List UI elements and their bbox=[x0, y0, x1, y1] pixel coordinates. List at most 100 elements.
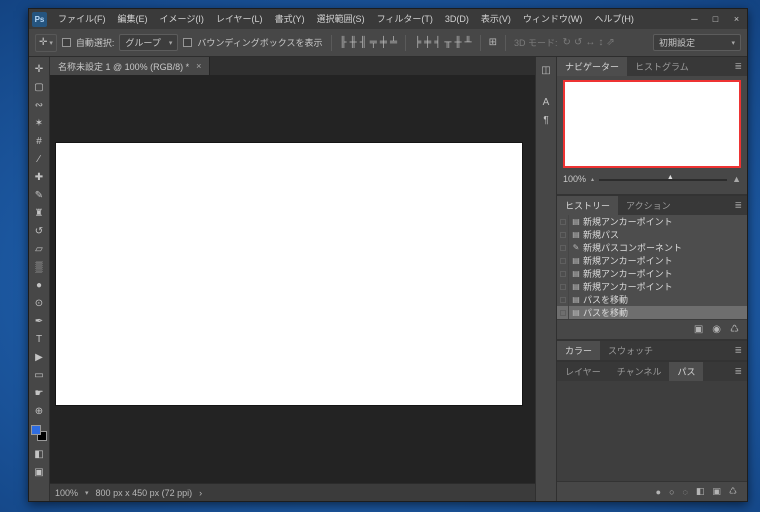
new-path-icon[interactable]: ▣ bbox=[712, 486, 721, 497]
tab-navigator[interactable]: ナビゲーター bbox=[557, 57, 627, 76]
history-source-well[interactable] bbox=[557, 254, 569, 267]
history-row[interactable]: ✎ 新規パスコンポーネント bbox=[557, 241, 747, 254]
close-button[interactable]: × bbox=[726, 9, 747, 29]
tab-actions[interactable]: アクション bbox=[618, 196, 679, 215]
tab-color[interactable]: カラー bbox=[557, 341, 600, 360]
delete-state-icon[interactable]: ♺ bbox=[730, 324, 739, 335]
distribute-middle-icon[interactable]: ╫ bbox=[454, 36, 461, 50]
3d-drag-icon[interactable]: ↔ bbox=[585, 36, 595, 50]
distribute-top-icon[interactable]: ╥ bbox=[444, 36, 451, 50]
tool-shape[interactable]: ▭ bbox=[29, 366, 49, 384]
3d-roll-icon[interactable]: ↺ bbox=[574, 36, 582, 50]
chevron-down-icon[interactable]: ▾ bbox=[85, 489, 89, 497]
tool-zoom[interactable]: ⊕ bbox=[29, 402, 49, 420]
tool-lasso[interactable]: ∾ bbox=[29, 96, 49, 114]
menu-help[interactable]: ヘルプ(H) bbox=[588, 9, 640, 29]
tool-preset-button[interactable]: ✛ ▾ bbox=[35, 34, 57, 52]
minimize-button[interactable]: ─ bbox=[684, 9, 705, 29]
align-left-icon[interactable]: ╟ bbox=[340, 36, 347, 50]
auto-select-checkbox[interactable] bbox=[62, 38, 71, 47]
tool-clone-stamp[interactable]: ♜ bbox=[29, 204, 49, 222]
navigator-proxy-view[interactable] bbox=[563, 80, 741, 168]
paths-panel-content[interactable] bbox=[557, 381, 747, 481]
status-chevron-icon[interactable]: › bbox=[199, 488, 202, 498]
screen-mode-icon[interactable]: ▣ bbox=[29, 463, 49, 481]
add-mask-icon[interactable]: ◧ bbox=[696, 486, 705, 497]
align-center-h-icon[interactable]: ╫ bbox=[350, 36, 357, 50]
tab-layers[interactable]: レイヤー bbox=[557, 362, 609, 381]
tool-eraser[interactable]: ▱ bbox=[29, 240, 49, 258]
fill-path-icon[interactable]: ● bbox=[656, 487, 661, 497]
tool-gradient[interactable]: ▒ bbox=[29, 258, 49, 276]
foreground-color-swatch[interactable] bbox=[31, 425, 41, 435]
3d-rotate-icon[interactable]: ↻ bbox=[563, 36, 571, 50]
tool-eyedropper[interactable]: ∕ bbox=[29, 150, 49, 168]
tool-marquee[interactable]: ▢ bbox=[29, 78, 49, 96]
align-middle-icon[interactable]: ╪ bbox=[380, 36, 387, 50]
menu-edit[interactable]: 編集(E) bbox=[112, 9, 154, 29]
tool-history-brush[interactable]: ↺ bbox=[29, 222, 49, 240]
3d-slide-icon[interactable]: ↕ bbox=[598, 36, 603, 50]
align-top-icon[interactable]: ╤ bbox=[370, 36, 377, 50]
tool-path-selection[interactable]: ▶ bbox=[29, 348, 49, 366]
tab-histogram[interactable]: ヒストグラム bbox=[627, 57, 697, 76]
zoom-in-icon[interactable]: ▲ bbox=[732, 174, 741, 184]
history-row-selected[interactable]: ▤ パスを移動 bbox=[557, 306, 747, 319]
history-source-well[interactable] bbox=[557, 306, 569, 319]
panel-menu-icon[interactable]: ≣ bbox=[729, 341, 747, 360]
history-row[interactable]: ▤ パスを移動 bbox=[557, 293, 747, 306]
align-right-icon[interactable]: ╢ bbox=[360, 36, 367, 50]
new-snapshot-icon[interactable]: ◉ bbox=[712, 324, 721, 335]
menu-window[interactable]: ウィンドウ(W) bbox=[517, 9, 589, 29]
new-document-from-state-icon[interactable]: ▣ bbox=[694, 324, 703, 335]
maximize-button[interactable]: □ bbox=[705, 9, 726, 29]
auto-align-icon[interactable]: ⊞ bbox=[489, 36, 497, 50]
history-row[interactable]: ▤ 新規アンカーポイント bbox=[557, 280, 747, 293]
close-icon[interactable]: × bbox=[196, 61, 201, 71]
history-row[interactable]: ▤ 新規アンカーポイント bbox=[557, 215, 747, 228]
menu-type[interactable]: 書式(Y) bbox=[269, 9, 311, 29]
history-source-well[interactable] bbox=[557, 293, 569, 306]
distribute-left-icon[interactable]: ╞ bbox=[414, 36, 421, 50]
tab-history[interactable]: ヒストリー bbox=[557, 196, 618, 215]
history-source-well[interactable] bbox=[557, 228, 569, 241]
tool-dodge[interactable]: ⊙ bbox=[29, 294, 49, 312]
navigator-zoom-value[interactable]: 100% bbox=[563, 174, 586, 184]
load-selection-icon[interactable]: ◌ bbox=[683, 487, 688, 497]
tab-swatches[interactable]: スウォッチ bbox=[600, 341, 661, 360]
panel-menu-icon[interactable]: ≣ bbox=[729, 196, 747, 215]
history-source-well[interactable] bbox=[557, 241, 569, 254]
status-zoom-value[interactable]: 100% bbox=[55, 488, 78, 498]
tool-move[interactable]: ✛ bbox=[29, 60, 49, 78]
slider-thumb[interactable]: ▲ bbox=[667, 174, 674, 181]
history-row[interactable]: ▤ 新規アンカーポイント bbox=[557, 267, 747, 280]
menu-layer[interactable]: レイヤー(L) bbox=[210, 9, 269, 29]
tool-brush[interactable]: ✎ bbox=[29, 186, 49, 204]
document-tab[interactable]: 名称未設定 1 @ 100% (RGB/8) * × bbox=[50, 57, 210, 75]
tool-blur[interactable]: ● bbox=[29, 276, 49, 294]
tool-hand[interactable]: ☛ bbox=[29, 384, 49, 402]
menu-image[interactable]: イメージ(I) bbox=[154, 9, 210, 29]
history-row[interactable]: ▤ 新規アンカーポイント bbox=[557, 254, 747, 267]
history-row[interactable]: ▤ 新規パス bbox=[557, 228, 747, 241]
tool-quick-selection[interactable]: ✶ bbox=[29, 114, 49, 132]
distribute-bottom-icon[interactable]: ╨ bbox=[465, 36, 472, 50]
distribute-center-h-icon[interactable]: ╪ bbox=[424, 36, 431, 50]
align-bottom-icon[interactable]: ╧ bbox=[390, 36, 397, 50]
history-source-well[interactable] bbox=[557, 280, 569, 293]
zoom-out-icon[interactable]: ▴ bbox=[591, 176, 594, 183]
paragraph-panel-icon[interactable]: ¶ bbox=[543, 111, 548, 129]
canvas[interactable] bbox=[56, 143, 522, 405]
tab-paths[interactable]: パス bbox=[669, 362, 703, 381]
history-source-well[interactable] bbox=[557, 267, 569, 280]
panel-menu-icon[interactable]: ≣ bbox=[729, 57, 747, 76]
auto-select-dropdown[interactable]: グループ ▾ bbox=[119, 34, 178, 51]
workspace-dropdown[interactable]: 初期設定 ▾ bbox=[653, 34, 741, 51]
panel-menu-icon[interactable]: ≣ bbox=[729, 362, 747, 381]
menu-file[interactable]: ファイル(F) bbox=[52, 9, 112, 29]
quick-mask-icon[interactable]: ◧ bbox=[29, 445, 49, 463]
3d-scale-icon[interactable]: ⇗ bbox=[606, 36, 614, 50]
bounding-box-checkbox[interactable] bbox=[183, 38, 192, 47]
expand-panels-icon[interactable]: ◫ bbox=[541, 61, 550, 79]
navigator-zoom-slider[interactable]: ▲ bbox=[599, 173, 727, 185]
